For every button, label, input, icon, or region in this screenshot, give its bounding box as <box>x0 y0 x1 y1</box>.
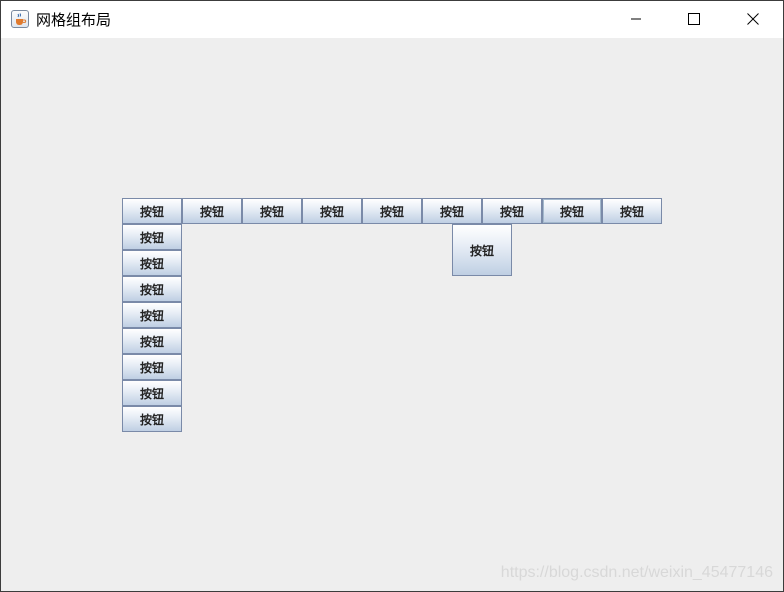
grid-button[interactable]: 按钮 <box>542 198 602 224</box>
app-window: 网格组布局 按钮 按钮 按钮 按钮 按钮 按钮 按钮 按钮 按钮 按钮 按钮 按… <box>0 0 784 592</box>
grid-button[interactable]: 按钮 <box>122 354 182 380</box>
grid-button[interactable]: 按钮 <box>362 198 422 224</box>
java-cup-icon <box>11 10 29 28</box>
grid-button[interactable]: 按钮 <box>122 406 182 432</box>
grid-button[interactable]: 按钮 <box>122 302 182 328</box>
grid-button[interactable]: 按钮 <box>122 224 182 250</box>
maximize-icon <box>688 13 700 25</box>
grid-button[interactable]: 按钮 <box>122 276 182 302</box>
grid-button[interactable]: 按钮 <box>242 198 302 224</box>
grid-button[interactable]: 按钮 <box>302 198 362 224</box>
grid-button[interactable]: 按钮 <box>122 380 182 406</box>
close-icon <box>747 13 759 25</box>
grid-button[interactable]: 按钮 <box>122 328 182 354</box>
close-button[interactable] <box>730 1 776 38</box>
grid-layout-panel: 按钮 按钮 按钮 按钮 按钮 按钮 按钮 按钮 按钮 按钮 按钮 按钮 按钮 按… <box>1 38 783 591</box>
tall-grid-button[interactable]: 按钮 <box>452 224 512 276</box>
minimize-icon <box>631 18 641 20</box>
grid-button[interactable]: 按钮 <box>122 198 182 224</box>
grid-button[interactable]: 按钮 <box>422 198 482 224</box>
watermark-text: https://blog.csdn.net/weixin_45477146 <box>500 564 773 581</box>
window-title: 网格组布局 <box>36 11 112 29</box>
grid-button[interactable]: 按钮 <box>482 198 542 224</box>
grid-button[interactable]: 按钮 <box>182 198 242 224</box>
title-bar[interactable]: 网格组布局 <box>1 1 783 38</box>
grid-button[interactable]: 按钮 <box>602 198 662 224</box>
minimize-button[interactable] <box>613 1 659 38</box>
maximize-button[interactable] <box>671 1 717 38</box>
grid-button[interactable]: 按钮 <box>122 250 182 276</box>
